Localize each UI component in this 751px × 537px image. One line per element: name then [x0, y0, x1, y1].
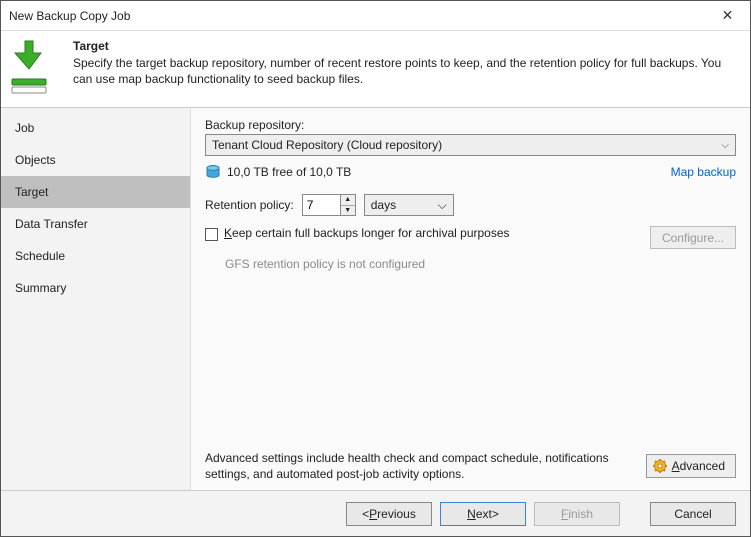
- gear-icon: [653, 459, 667, 473]
- footer: < Previous Next > Finish Cancel: [1, 490, 750, 536]
- repo-field: Backup repository: Tenant Cloud Reposito…: [205, 118, 736, 156]
- spinner-buttons[interactable]: ▲ ▼: [340, 194, 356, 216]
- keep-full-label[interactable]: Keep certain full backups longer for arc…: [224, 226, 510, 240]
- next-button[interactable]: Next >: [440, 502, 526, 526]
- map-backup-link[interactable]: Map backup: [671, 165, 736, 179]
- advanced-button[interactable]: Advanced: [646, 454, 736, 478]
- cancel-button[interactable]: Cancel: [650, 502, 736, 526]
- sidebar-item-label: Data Transfer: [15, 217, 88, 231]
- sidebar-item-schedule[interactable]: Schedule: [1, 240, 190, 272]
- advanced-row: Advanced settings include health check a…: [205, 444, 736, 482]
- header-text: Target Specify the target backup reposit…: [67, 39, 740, 97]
- sidebar-item-data-transfer[interactable]: Data Transfer: [1, 208, 190, 240]
- sidebar-item-label: Target: [15, 185, 48, 199]
- header-description: Specify the target backup repository, nu…: [73, 55, 740, 87]
- finish-button: Finish: [534, 502, 620, 526]
- retention-row: Retention policy: ▲ ▼ days ⌵: [205, 194, 736, 216]
- repo-value: Tenant Cloud Repository (Cloud repositor…: [212, 138, 442, 152]
- advanced-button-label: Advanced: [672, 459, 725, 473]
- retention-label: Retention policy:: [205, 198, 294, 212]
- chevron-down-icon: ⌵: [438, 198, 447, 213]
- close-icon: ✕: [722, 7, 734, 24]
- gfs-note: GFS retention policy is not configured: [225, 257, 736, 271]
- sidebar-item-target[interactable]: Target: [1, 176, 190, 208]
- retention-unit-combobox[interactable]: days ⌵: [364, 194, 454, 216]
- sidebar-item-job[interactable]: Job: [1, 112, 190, 144]
- disk-icon: [205, 164, 221, 180]
- keep-full-checkbox[interactable]: [205, 228, 218, 241]
- retention-unit-value: days: [371, 198, 396, 212]
- sidebar-item-summary[interactable]: Summary: [1, 272, 190, 304]
- sidebar-item-objects[interactable]: Objects: [1, 144, 190, 176]
- spinner-down-icon[interactable]: ▼: [341, 206, 355, 216]
- header: Target Specify the target backup reposit…: [1, 31, 750, 108]
- disk-bar-icon: [11, 78, 47, 97]
- repo-combobox[interactable]: Tenant Cloud Repository (Cloud repositor…: [205, 134, 736, 156]
- sidebar-item-label: Job: [15, 121, 34, 135]
- retention-spinner[interactable]: ▲ ▼: [302, 194, 356, 216]
- arrow-down-icon: [11, 39, 47, 74]
- chevron-down-icon: ⌵: [721, 140, 729, 151]
- sidebar-item-label: Objects: [15, 153, 56, 167]
- sidebar: Job Objects Target Data Transfer Schedul…: [1, 108, 191, 490]
- main-panel: Backup repository: Tenant Cloud Reposito…: [191, 108, 750, 490]
- spinner-up-icon[interactable]: ▲: [341, 195, 355, 206]
- previous-button[interactable]: < Previous: [346, 502, 432, 526]
- sidebar-item-label: Schedule: [15, 249, 65, 263]
- repo-label: Backup repository:: [205, 118, 736, 132]
- keep-full-row: Keep certain full backups longer for arc…: [205, 226, 736, 249]
- advanced-note: Advanced settings include health check a…: [205, 450, 636, 482]
- body: Job Objects Target Data Transfer Schedul…: [1, 108, 750, 490]
- header-icon-col: [11, 39, 67, 97]
- window-title: New Backup Copy Job: [9, 9, 705, 23]
- retention-input[interactable]: [302, 194, 340, 216]
- freespace-row: 10,0 TB free of 10,0 TB Map backup: [205, 164, 736, 180]
- keep-full-checkbox-wrap: Keep certain full backups longer for arc…: [205, 226, 510, 241]
- freespace-text: 10,0 TB free of 10,0 TB: [227, 165, 671, 179]
- sidebar-item-label: Summary: [15, 281, 66, 295]
- header-title: Target: [73, 39, 740, 53]
- close-button[interactable]: ✕: [705, 1, 750, 30]
- titlebar: New Backup Copy Job ✕: [1, 1, 750, 31]
- configure-button: Configure...: [650, 226, 736, 249]
